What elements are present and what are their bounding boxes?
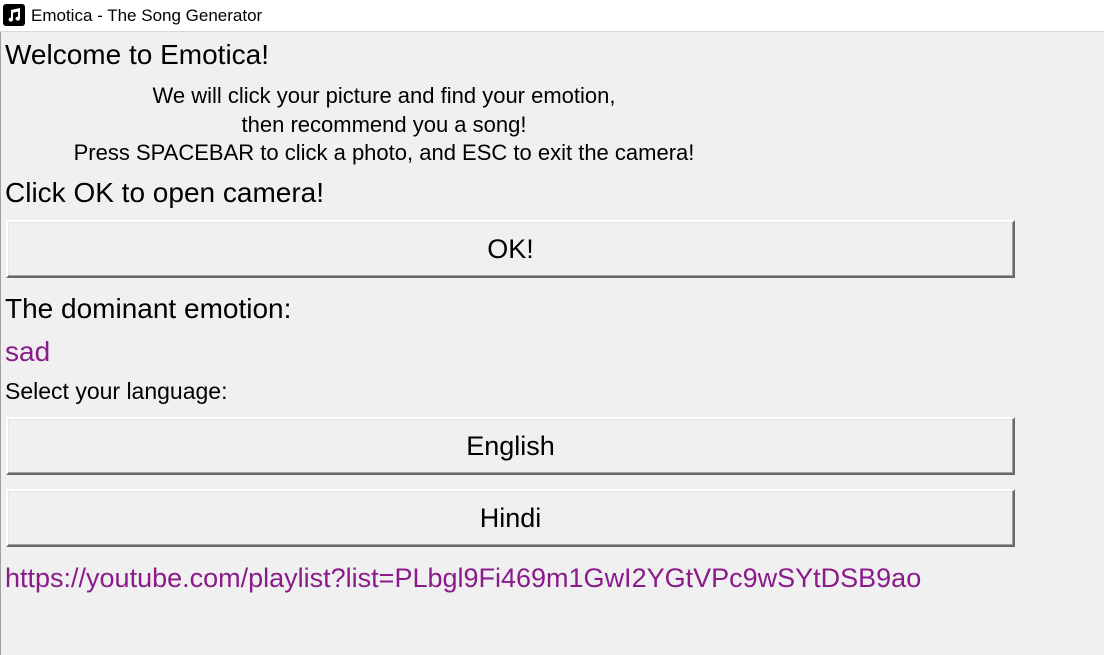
language-label: Select your language: <box>5 378 228 404</box>
english-button[interactable]: English <box>6 417 1015 475</box>
dominant-emotion-value: sad <box>5 336 51 367</box>
intro-line-3: Press SPACEBAR to click a photo, and ESC… <box>73 140 695 165</box>
intro-text: We will click your picture and find your… <box>34 82 734 168</box>
ok-button[interactable]: OK! <box>6 220 1015 278</box>
intro-line-1: We will click your picture and find your… <box>152 83 616 108</box>
music-note-icon <box>3 4 25 26</box>
welcome-heading: Welcome to Emotica! <box>5 39 270 70</box>
camera-prompt: Click OK to open camera! <box>5 177 325 208</box>
intro-line-2: then recommend you a song! <box>241 111 527 137</box>
hindi-button[interactable]: Hindi <box>6 489 1015 547</box>
title-bar[interactable]: Emotica - The Song Generator <box>0 0 1104 32</box>
window-title: Emotica - The Song Generator <box>31 6 263 25</box>
dominant-emotion-label: The dominant emotion: <box>5 293 292 324</box>
playlist-link[interactable]: https://youtube.com/playlist?list=PLbgl9… <box>5 562 921 594</box>
